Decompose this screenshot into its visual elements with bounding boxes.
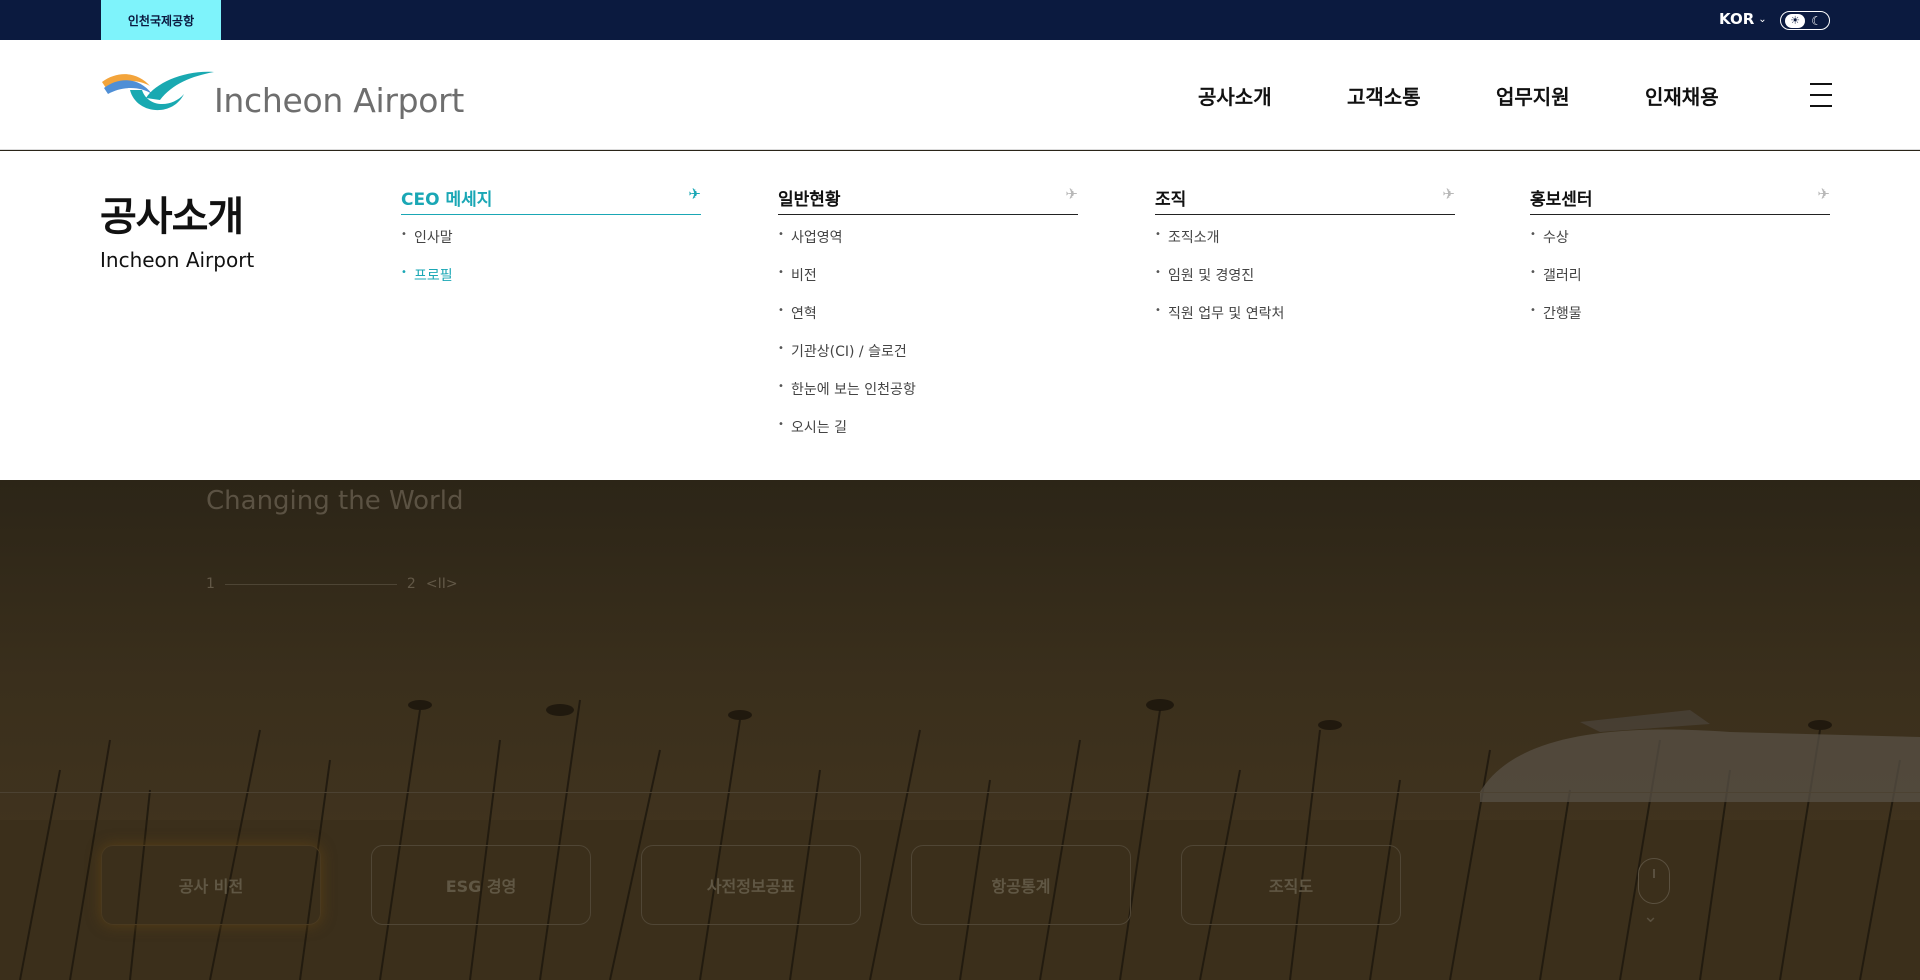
- bullet-icon: •: [1530, 229, 1536, 240]
- hero-pager: 1 2 <II>: [206, 576, 458, 592]
- theme-toggle[interactable]: ☀ ☾: [1780, 11, 1830, 30]
- submenu-item[interactable]: • 비전: [778, 265, 1078, 303]
- quick-link-statistics[interactable]: 항공통계: [911, 845, 1131, 925]
- submenu-label: 임원 및 경영진: [1168, 268, 1255, 284]
- airplane-icon: ✈: [688, 185, 701, 203]
- bullet-icon: •: [1155, 267, 1161, 278]
- submenu-label: 사업영역: [791, 230, 843, 246]
- submenu-label: 비전: [791, 268, 817, 284]
- mega-menu-title: 공사소개: [100, 194, 244, 240]
- submenu-item[interactable]: • 간행물: [1530, 303, 1830, 341]
- pager-controls[interactable]: <II>: [426, 576, 458, 592]
- top-utility-bar: 인천국제공항 KOR ⌄ ☀ ☾: [0, 0, 1920, 40]
- bullet-icon: •: [778, 343, 784, 354]
- bullet-icon: •: [778, 381, 784, 392]
- hero-title: Changing the World: [206, 486, 464, 516]
- quick-link-vision[interactable]: 공사 비전: [101, 845, 321, 925]
- language-selector[interactable]: KOR ⌄: [1719, 10, 1767, 28]
- submenu-label: 간행물: [1543, 306, 1582, 322]
- submenu-item[interactable]: • 임원 및 경영진: [1155, 265, 1455, 303]
- chevron-down-icon: ⌄: [1758, 13, 1767, 25]
- menu-heading-pr-center[interactable]: 홍보센터 ✈: [1530, 185, 1830, 215]
- submenu-label: 프로필: [414, 268, 453, 284]
- airplane-icon: ✈: [1442, 185, 1455, 203]
- menu-column-general: 일반현황 ✈ • 사업영역 • 비전 • 연혁 • 기관상(CI) / 슬로건 • 한눈에…: [778, 185, 1078, 455]
- quick-link-disclosure[interactable]: 사전정보공표: [641, 845, 861, 925]
- submenu-item[interactable]: • 직원 업무 및 연락처: [1155, 303, 1455, 341]
- menu-heading-label: 홍보센터: [1530, 190, 1593, 210]
- moon-icon: ☾: [1811, 13, 1822, 28]
- submenu-item[interactable]: • 수상: [1530, 227, 1830, 265]
- bullet-icon: •: [778, 419, 784, 430]
- home-site-tab[interactable]: 인천국제공항: [101, 0, 221, 40]
- pager-progress-line: [224, 583, 397, 585]
- nav-item-recruit[interactable]: 인재채용: [1645, 81, 1719, 110]
- mega-menu-subtitle: Incheon Airport: [100, 248, 255, 272]
- menu-heading-organization[interactable]: 조직 ✈: [1155, 185, 1455, 215]
- submenu-label: 조직소개: [1168, 230, 1220, 246]
- site-header: Incheon Airport 공사소개 고객소통 업무지원 인재채용: [0, 40, 1920, 150]
- submenu-item[interactable]: • 조직소개: [1155, 227, 1455, 265]
- submenu-item[interactable]: • 연혁: [778, 303, 1078, 341]
- submenu-item-active[interactable]: • 프로필: [401, 265, 701, 303]
- menu-heading-label: 일반현황: [778, 190, 841, 210]
- bullet-icon: •: [778, 229, 784, 240]
- submenu-label: 인사말: [414, 230, 453, 246]
- submenu-item[interactable]: • 기관상(CI) / 슬로건: [778, 341, 1078, 379]
- bullet-icon: •: [778, 267, 784, 278]
- hero-section: Changing the World 1 2 <II> 공사 비전 ESG 경영: [0, 480, 1920, 980]
- mouse-scroll-icon[interactable]: [1638, 858, 1670, 904]
- bullet-icon: •: [1530, 267, 1536, 278]
- language-label: KOR: [1719, 10, 1755, 28]
- bullet-icon: •: [778, 305, 784, 316]
- bullet-icon: •: [1530, 305, 1536, 316]
- logo-text: Incheon Airport: [214, 80, 465, 120]
- mega-menu: 공사소개 Incheon Airport CEO 메세지 ✈ • 인사말 • 프로필…: [0, 151, 1920, 480]
- menu-column-pr-center: 홍보센터 ✈ • 수상 • 갤러리 • 간행물: [1530, 185, 1830, 341]
- chevron-down-icon: ⌄: [1643, 906, 1659, 927]
- nav-item-business[interactable]: 업무지원: [1496, 81, 1570, 110]
- site-logo[interactable]: Incheon Airport: [100, 68, 464, 122]
- submenu-item[interactable]: • 사업영역: [778, 227, 1078, 265]
- bullet-icon: •: [1155, 229, 1161, 240]
- nav-item-company[interactable]: 공사소개: [1198, 81, 1272, 110]
- submenu-item[interactable]: • 오시는 길: [778, 417, 1078, 455]
- pager-current: 1: [206, 576, 215, 592]
- pager-total: 2: [406, 576, 416, 592]
- menu-column-ceo: CEO 메세지 ✈ • 인사말 • 프로필: [401, 185, 701, 303]
- aircraft-tail-image: [1480, 710, 1920, 802]
- bullet-icon: •: [401, 267, 407, 278]
- quick-link-esg[interactable]: ESG 경영: [371, 845, 591, 925]
- submenu-label: 수상: [1543, 230, 1569, 246]
- submenu-label: 오시는 길: [791, 420, 847, 436]
- menu-heading-label: CEO 메세지: [401, 190, 493, 210]
- airplane-icon: ✈: [1817, 185, 1830, 203]
- menu-heading-ceo[interactable]: CEO 메세지 ✈: [401, 185, 701, 215]
- airplane-icon: ✈: [1065, 185, 1078, 203]
- submenu-label: 한눈에 보는 인천공항: [791, 382, 916, 398]
- submenu-label: 연혁: [791, 306, 817, 322]
- submenu-label: 직원 업무 및 연락처: [1168, 306, 1285, 322]
- submenu-item[interactable]: • 한눈에 보는 인천공항: [778, 379, 1078, 417]
- menu-heading-general[interactable]: 일반현황 ✈: [778, 185, 1078, 215]
- sun-icon: ☀: [1790, 14, 1800, 27]
- submenu-label: 기관상(CI) / 슬로건: [791, 344, 907, 360]
- submenu-item[interactable]: • 인사말: [401, 227, 701, 265]
- menu-column-organization: 조직 ✈ • 조직소개 • 임원 및 경영진 • 직원 업무 및 연락처: [1155, 185, 1455, 341]
- incheon-airport-logo-icon: [102, 71, 214, 111]
- bullet-icon: •: [401, 229, 407, 240]
- theme-knob: ☀: [1785, 13, 1805, 28]
- hero-divider: [0, 792, 1920, 793]
- submenu-label: 갤러리: [1543, 268, 1582, 284]
- menu-heading-label: 조직: [1155, 190, 1187, 210]
- bullet-icon: •: [1155, 305, 1161, 316]
- nav-item-customer[interactable]: 고객소통: [1347, 81, 1421, 110]
- hamburger-icon[interactable]: [1810, 83, 1832, 107]
- quick-link-org-chart[interactable]: 조직도: [1181, 845, 1401, 925]
- submenu-item[interactable]: • 갤러리: [1530, 265, 1830, 303]
